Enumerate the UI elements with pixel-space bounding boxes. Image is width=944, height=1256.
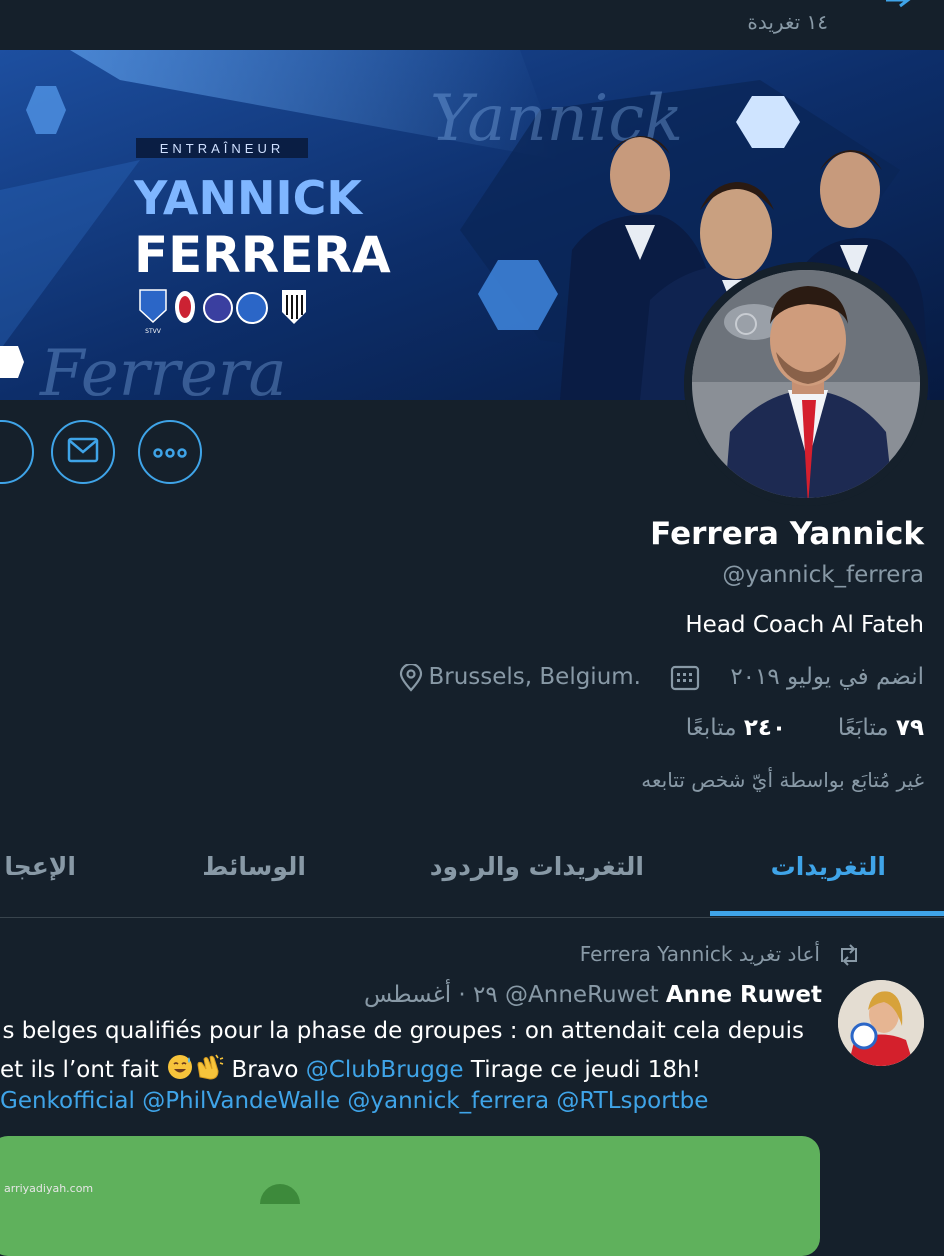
tweet-line-1: s belges qualifiés pour la phase de grou… [2, 1018, 804, 1044]
tweet-line-2b: Bravo [224, 1057, 306, 1083]
tweet-line-2: et ils l’ont fait Bravo @ClubBrugge Tira… [0, 1053, 701, 1087]
tab-tweets[interactable]: التغريدات [771, 852, 886, 881]
arrow-icon[interactable] [882, 0, 914, 18]
banner-last-name: FERRERA [134, 226, 391, 284]
message-button[interactable] [51, 420, 115, 484]
top-bar: ١٤ تغريدة [0, 0, 944, 50]
tweet-avatar[interactable] [838, 980, 924, 1066]
tabs-divider [0, 917, 944, 918]
followers-count: ٢٤٠ [743, 715, 786, 741]
profile-handle: @yannick_ferrera [722, 562, 924, 588]
tweet-media[interactable] [0, 1136, 820, 1256]
tweet-header: ٢٩ · أغسطس @AnneRuwet Anne Ruwet [364, 982, 822, 1008]
followers-stat[interactable]: ٢٤٠ متابعًا [686, 715, 786, 741]
calendar-icon [670, 665, 700, 695]
follow-button-partial[interactable] [0, 420, 34, 484]
following-label: متابَعًا [837, 715, 889, 741]
banner-first-name: YANNICK [133, 171, 364, 225]
location-icon [398, 662, 424, 696]
tab-likes[interactable]: الإعجا [0, 852, 76, 881]
tweet-count: ١٤ تغريدة [747, 10, 828, 34]
tab-tweets-replies[interactable]: التغريدات والردود [430, 852, 644, 881]
tweet-author-name[interactable]: Anne Ruwet [666, 982, 822, 1008]
retweet-icon [836, 944, 862, 970]
watermark: arriyadiyah.com [4, 1182, 94, 1195]
followers-label: متابعًا [685, 715, 737, 741]
tweet-line-2c: Tirage ce jeudi 18h! [463, 1057, 701, 1083]
tweet-author-handle[interactable]: @AnneRuwet [505, 982, 659, 1008]
active-tab-indicator [710, 911, 944, 916]
more-button[interactable] [138, 420, 202, 484]
mention-clubbrugge[interactable]: @ClubBrugge [306, 1057, 464, 1083]
profile-location: Brussels, Belgium. [428, 664, 641, 690]
joined-date: انضم في يوليو ٢٠١٩ [730, 664, 924, 690]
tweet-date[interactable]: ٢٩ · أغسطس [364, 982, 498, 1008]
banner-script-2: Ferrera [39, 337, 287, 400]
crest-2-inner [179, 296, 191, 318]
tweet-line-2a: et ils l’ont fait [0, 1057, 159, 1083]
following-stat[interactable]: ٧٩ متابَعًا [838, 715, 924, 741]
avatar[interactable] [684, 262, 928, 506]
followed-by-note: غير مُتابَع بواسطة أيّ شخص تتابعه [641, 768, 924, 792]
media-figure [260, 1184, 300, 1204]
banner-label: ENTRAÎNEUR [160, 141, 285, 156]
tab-media[interactable]: الوسائط [202, 852, 306, 881]
more-icon [153, 443, 187, 462]
sweat-smile-emoji [166, 1053, 194, 1087]
retweet-context: Ferrera Yannick أعاد تغريد [579, 942, 820, 966]
clapping-hands-emoji [194, 1053, 224, 1087]
envelope-icon [67, 437, 99, 467]
profile-name: Ferrera Yannick [650, 516, 924, 552]
following-count: ٧٩ [895, 715, 924, 741]
crest-3 [203, 293, 233, 323]
profile-bio: Head Coach Al Fateh [685, 612, 924, 638]
tweet-line-3[interactable]: Genkofficial @PhilVandeWalle @yannick_fe… [0, 1088, 708, 1114]
crest-1-text: STVV [145, 328, 162, 335]
crest-4 [236, 292, 268, 324]
